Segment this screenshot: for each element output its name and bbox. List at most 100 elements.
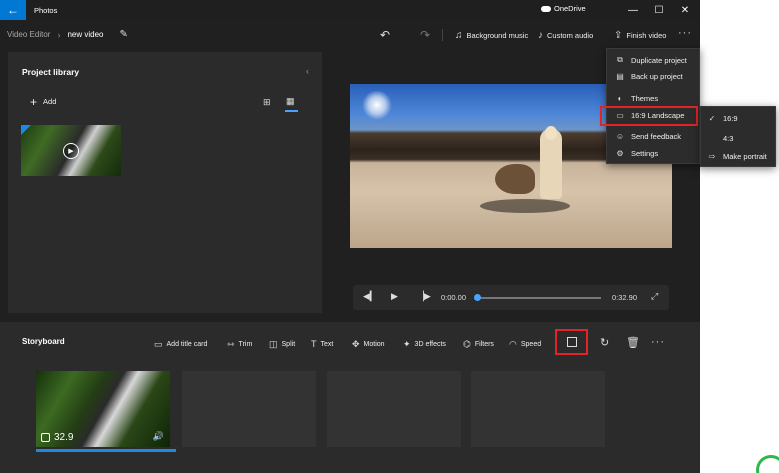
crop-icon [566, 337, 577, 347]
3d-effects-button[interactable]: ✦ 3D effects [403, 339, 446, 350]
custom-audio-label: Custom audio [547, 31, 594, 40]
back-arrow-icon: ← [7, 3, 19, 17]
speed-button[interactable]: ◠ Speed [509, 339, 541, 350]
current-time: 0:00.00 [441, 293, 467, 302]
filters-label: Filters [474, 341, 494, 348]
breadcrumb-video-editor[interactable]: Video Editor [7, 30, 50, 39]
speed-icon: ◠ [509, 339, 517, 349]
next-frame-icon[interactable]: ▕▶ [417, 291, 431, 302]
clip-duration-value: 32.9 [54, 432, 74, 443]
back-button[interactable]: ← [0, 0, 26, 20]
add-title-card-label: Add title card [166, 341, 208, 348]
toolbar-divider [442, 29, 443, 41]
menu-item-send-feedback[interactable]: ☺ Send feedback [615, 132, 681, 141]
portrait-icon: ⇨ [708, 152, 716, 161]
text-icon: T [311, 339, 317, 349]
large-grid-view-icon[interactable]: ⊞ [263, 97, 271, 108]
seek-handle[interactable] [474, 294, 481, 301]
menu-item-settings[interactable]: ⚙ Settings [615, 149, 658, 158]
background-music-button[interactable]: ♫ Background music [455, 30, 528, 41]
submenu-item-16-9[interactable]: ✓ 16:9 [707, 114, 738, 123]
submenu-item-label: Make portrait [723, 152, 767, 161]
volume-icon[interactable]: 🔊 [153, 431, 164, 442]
feedback-icon: ☺ [615, 132, 625, 141]
backup-icon: ▤ [616, 72, 624, 81]
maximize-button[interactable]: ☐ [646, 0, 672, 20]
split-button[interactable]: ◫ Split [269, 339, 295, 350]
finish-video-button[interactable]: ⇪ Finish video [614, 30, 666, 41]
text-label: Text [320, 340, 334, 348]
small-grid-view-icon[interactable]: ▦ [286, 96, 295, 107]
trim-button[interactable]: ⇿ Trim [227, 339, 252, 350]
background-window [700, 0, 779, 473]
add-media-label: Add [43, 97, 57, 106]
play-button-icon[interactable]: ▶ [391, 291, 398, 302]
menu-item-label: Send feedback [631, 132, 682, 141]
aspect-ratio-highlight [600, 106, 698, 126]
crop-aspect-button[interactable] [555, 329, 588, 355]
rename-pencil-icon[interactable]: ✎ [119, 29, 127, 40]
motion-button[interactable]: ✥ Motion [352, 339, 385, 350]
finish-video-label: Finish video [626, 31, 667, 40]
more-options-button[interactable]: ··· [678, 27, 692, 39]
project-library-title: Project library [22, 67, 80, 77]
previous-frame-icon[interactable]: ◀▎ [363, 291, 377, 302]
storyboard-more-icon[interactable]: ··· [651, 336, 665, 348]
selected-clip-indicator [36, 449, 176, 452]
menu-item-label: Duplicate project [631, 55, 687, 65]
storyboard-empty-slot[interactable] [471, 371, 605, 447]
menu-item-themes[interactable]: ◐ Themes [615, 94, 659, 103]
settings-icon: ⚙ [616, 149, 624, 158]
filters-button[interactable]: ⌬ Filters [463, 339, 494, 350]
themes-icon: ◐ [617, 94, 623, 103]
plus-icon: + [30, 94, 38, 109]
preview-person-head [545, 126, 557, 140]
storyboard-panel: Storyboard ▭ Add title card ⇿ Trim ◫ Spl… [0, 322, 700, 473]
text-button[interactable]: T Text [311, 339, 333, 349]
3d-effects-icon: ✦ [403, 339, 411, 349]
storyboard-empty-slot[interactable] [327, 371, 461, 447]
add-media-button[interactable]: + Add [30, 94, 57, 109]
playback-controls: ◀▎ ▶ ▕▶ 0:00.00 0:32.90 ⤢ [353, 285, 669, 310]
duplicate-icon: ⧉ [617, 55, 623, 64]
checkmark-icon: ✓ [708, 114, 716, 123]
export-icon: ⇪ [614, 30, 623, 41]
breadcrumb-separator: › [57, 29, 61, 40]
redo-button[interactable]: ↷ [420, 28, 430, 42]
trim-icon: ⇿ [227, 339, 235, 349]
menu-item-label: Back up project [631, 72, 683, 81]
split-icon: ◫ [269, 339, 278, 349]
seek-bar[interactable] [477, 297, 601, 299]
menu-item-label: Themes [631, 94, 659, 103]
motion-label: Motion [363, 341, 385, 348]
custom-audio-button[interactable]: ♪ Custom audio [538, 30, 593, 41]
trim-label: Trim [238, 341, 253, 348]
rotate-icon[interactable]: ↻ [600, 336, 609, 349]
photos-app-window: ← Photos OneDrive — ☐ ✕ Video Editor › n… [0, 0, 700, 473]
minimize-button[interactable]: — [620, 0, 646, 20]
submenu-item-label: 4:3 [723, 134, 734, 143]
preview-sun-glare [362, 90, 392, 120]
menu-item-duplicate-project[interactable]: ⧉ Duplicate project [615, 55, 687, 65]
preview-kangaroo [495, 164, 535, 194]
submenu-item-make-portrait[interactable]: ⇨ Make portrait [707, 152, 767, 161]
collapse-library-button[interactable]: ‹ [306, 66, 309, 76]
app-title: Photos [34, 5, 58, 15]
onedrive-status[interactable]: OneDrive [541, 4, 586, 13]
add-title-card-button[interactable]: ▭ Add title card [154, 339, 207, 350]
menu-item-back-up-project[interactable]: ▤ Back up project [615, 72, 683, 81]
close-button[interactable]: ✕ [672, 0, 698, 20]
fullscreen-icon[interactable]: ⤢ [651, 291, 658, 302]
storyboard-clip-1[interactable]: 32.9 🔊 [36, 371, 170, 447]
clip-duration: 32.9 [41, 432, 73, 443]
play-icon: ▶ [63, 143, 79, 159]
3d-effects-label: 3D effects [414, 341, 446, 348]
filters-icon: ⌬ [463, 339, 471, 349]
split-label: Split [281, 341, 296, 348]
library-video-thumbnail[interactable]: ▶ [21, 125, 121, 176]
submenu-item-4-3[interactable]: 4:3 [707, 134, 733, 143]
undo-button[interactable]: ↶ [380, 28, 390, 42]
delete-icon[interactable]: 🗑 [626, 336, 640, 349]
motion-icon: ✥ [352, 339, 360, 349]
storyboard-empty-slot[interactable] [182, 371, 316, 447]
